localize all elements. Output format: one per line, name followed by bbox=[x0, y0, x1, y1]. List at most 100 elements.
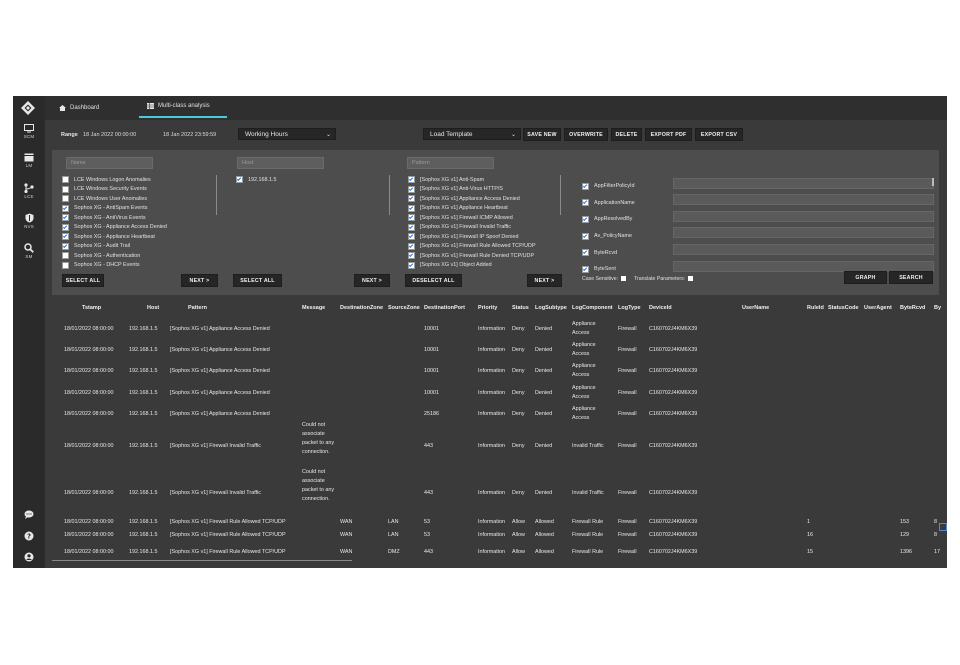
checkbox-checked[interactable] bbox=[408, 233, 415, 241]
column-header-statuscode[interactable]: StatusCode bbox=[828, 305, 859, 311]
horizontal-scrollbar[interactable] bbox=[52, 560, 352, 561]
checkbox-checked[interactable] bbox=[408, 261, 415, 269]
param-list-scrollbar[interactable] bbox=[932, 178, 934, 186]
checkbox-checked[interactable] bbox=[582, 265, 589, 273]
column-header-logsubtype[interactable]: LogSubtype bbox=[535, 305, 567, 311]
column-header-ruleid[interactable]: RuleId bbox=[807, 305, 824, 311]
param-list-item[interactable]: AppResolvedBy bbox=[582, 211, 635, 228]
checkbox-unchecked[interactable] bbox=[62, 261, 69, 269]
pattern-list-item[interactable]: [Sophos XG v1] Anti-Virus HTTP/S bbox=[408, 185, 536, 195]
checkbox-checked[interactable] bbox=[582, 199, 589, 207]
table-row[interactable]: 18/01/2022 08:00:00 192.168.1.5 [Sophos XG… bbox=[52, 469, 947, 514]
checkbox-checked[interactable] bbox=[62, 204, 69, 212]
table-row[interactable]: 18/01/2022 08:00:00 192.168.1.5 [Sophos XG… bbox=[52, 342, 947, 359]
param-list-item[interactable]: AppFilterPolicyId bbox=[582, 178, 635, 195]
table-row[interactable]: 18/01/2022 08:00:00 192.168.1.5 [Sophos XG… bbox=[52, 548, 947, 557]
column-header-pattern[interactable]: Pattern bbox=[188, 305, 207, 311]
export-pdf-button[interactable]: EXPORT PDF bbox=[645, 128, 692, 141]
pattern-list-item[interactable]: [Sophos XG v1] Object Added bbox=[408, 261, 536, 271]
checkbox-checked[interactable] bbox=[62, 242, 69, 250]
pattern-list-item[interactable]: [Sophos XG v1] Appliance Access Denied bbox=[408, 194, 536, 204]
hosts-select-all-button[interactable]: SELECT ALL bbox=[233, 274, 282, 287]
save-new-button[interactable]: SAVE NEW bbox=[523, 128, 561, 141]
column-header-host[interactable]: Host bbox=[147, 305, 159, 311]
sidebar-item-lce[interactable]: LCE bbox=[13, 183, 45, 199]
table-row[interactable]: 18/01/2022 08:00:00 192.168.1.5 [Sophos XG… bbox=[52, 321, 947, 338]
column-header-tstamp[interactable]: Tstamp bbox=[82, 305, 101, 311]
help-icon[interactable]: ? bbox=[24, 531, 34, 541]
checkbox-checked[interactable] bbox=[408, 252, 415, 260]
column-header-sourcezone[interactable]: SourceZone bbox=[388, 305, 420, 311]
column-header-priority[interactable]: Priority bbox=[478, 305, 497, 311]
param-value-input[interactable] bbox=[673, 227, 934, 238]
checkbox-checked[interactable] bbox=[236, 176, 243, 184]
checkbox-unchecked[interactable] bbox=[62, 185, 69, 193]
checkbox-checked[interactable] bbox=[408, 214, 415, 222]
translate-params-option[interactable]: Translate Parameters: bbox=[634, 276, 694, 282]
param-value-input[interactable] bbox=[673, 211, 934, 222]
checkbox-checked[interactable] bbox=[62, 223, 69, 231]
name-list-item[interactable]: Sophos XG - Appliance Access Denied bbox=[62, 223, 167, 233]
checkbox-checked[interactable] bbox=[62, 214, 69, 222]
pattern-list-item[interactable]: [Sophos XG v1] Firewall Rule Denied TCP/… bbox=[408, 251, 536, 261]
pattern-list-item[interactable]: [Sophos XG v1] Firewall Invalid Traffic bbox=[408, 223, 536, 233]
pattern-list-item[interactable]: [Sophos XG v1] Firewall ICMP Allowed bbox=[408, 213, 536, 223]
name-list-item[interactable]: Sophos XG - Audit Trail bbox=[62, 242, 167, 252]
table-row[interactable]: 18/01/2022 08:00:00 192.168.1.5 [Sophos XG… bbox=[52, 363, 947, 380]
case-sensitive-option[interactable]: Case Sensitive: bbox=[582, 276, 627, 282]
column-header-destinationport[interactable]: DestinationPort bbox=[424, 305, 465, 311]
pattern-list-item[interactable]: [Sophos XG v1] Appliance Heartbeat bbox=[408, 204, 536, 214]
param-value-input[interactable] bbox=[673, 194, 934, 205]
patterns-deselect-all-button[interactable]: DESELECT ALL bbox=[405, 274, 462, 287]
names-select-all-button[interactable]: SELECT ALL bbox=[62, 274, 104, 287]
tab-multi-class-analysis[interactable]: Multi-class analysis bbox=[139, 96, 227, 118]
case-sensitive-checkbox[interactable] bbox=[621, 276, 627, 282]
column-header-useragent[interactable]: UserAgent bbox=[864, 305, 892, 311]
search-button[interactable]: SEARCH bbox=[889, 271, 933, 284]
checkbox-checked[interactable] bbox=[408, 176, 415, 184]
column-header-logcomponent[interactable]: LogComponent bbox=[572, 305, 613, 311]
name-list-item[interactable]: LCE Windows Security Events bbox=[62, 185, 167, 195]
patterns-next-button[interactable]: NEXT > bbox=[527, 274, 562, 287]
export-csv-button[interactable]: EXPORT CSV bbox=[695, 128, 743, 141]
chat-icon[interactable] bbox=[24, 510, 34, 519]
column-header-status[interactable]: Status bbox=[512, 305, 529, 311]
name-list-item[interactable]: LCE Windows User Anomalies bbox=[62, 194, 167, 204]
table-row[interactable]: 18/01/2022 08:00:00 192.168.1.5 [Sophos XG… bbox=[52, 422, 947, 467]
column-header-by[interactable]: By bbox=[934, 305, 941, 311]
pattern-list-item[interactable]: [Sophos XG v1] Firewall IP Spoof Denied bbox=[408, 232, 536, 242]
name-list-item[interactable]: LCE Windows Logon Anomalies bbox=[62, 175, 167, 185]
host-filter-input[interactable]: Host bbox=[237, 157, 324, 169]
param-value-input[interactable] bbox=[673, 244, 934, 255]
host-list-scrollbar[interactable] bbox=[389, 175, 390, 215]
checkbox-unchecked[interactable] bbox=[62, 176, 69, 184]
param-list-item[interactable]: ApplicationName bbox=[582, 195, 635, 212]
checkbox-checked[interactable] bbox=[408, 242, 415, 250]
user-icon[interactable] bbox=[24, 552, 34, 562]
row-expand-icon[interactable] bbox=[939, 523, 947, 531]
checkbox-checked[interactable] bbox=[408, 204, 415, 212]
graph-button[interactable]: GRAPH bbox=[844, 271, 887, 284]
column-header-logtype[interactable]: LogType bbox=[618, 305, 641, 311]
name-list-item[interactable]: Sophos XG - Appliance Heartbeat bbox=[62, 232, 167, 242]
checkbox-checked[interactable] bbox=[408, 185, 415, 193]
sidebar-item-sm[interactable]: SM bbox=[13, 243, 45, 259]
template-select[interactable]: Load Template ⌄ bbox=[423, 128, 521, 140]
range-start-date[interactable]: 18 Jan 2022 00:00:00 bbox=[83, 132, 136, 138]
host-list-item[interactable]: 192.168.1.5 bbox=[236, 175, 276, 185]
table-row[interactable]: 18/01/2022 08:00:00 192.168.1.5 [Sophos XG… bbox=[52, 406, 947, 423]
pattern-list-item[interactable]: [Sophos XG v1] Firewall Rule Allowed TCP… bbox=[408, 242, 536, 252]
checkbox-unchecked[interactable] bbox=[62, 195, 69, 203]
pattern-list-scrollbar[interactable] bbox=[560, 175, 561, 215]
sidebar-item-scm[interactable]: SCM bbox=[13, 124, 45, 139]
pattern-filter-input[interactable]: Pattern bbox=[407, 157, 494, 169]
checkbox-checked[interactable] bbox=[62, 233, 69, 241]
name-filter-input[interactable]: Name bbox=[66, 157, 153, 169]
sidebar-item-nvs[interactable]: NVS bbox=[13, 213, 45, 229]
name-list-item[interactable]: Sophos XG - AntiSpam Events bbox=[62, 204, 167, 214]
tab-dashboard[interactable]: Dashboard bbox=[59, 96, 99, 120]
pattern-list-item[interactable]: [Sophos XG v1] Anti-Spam bbox=[408, 175, 536, 185]
name-list-item[interactable]: Sophos XG - AntiVirus Events bbox=[62, 213, 167, 223]
hosts-next-button[interactable]: NEXT > bbox=[354, 274, 390, 287]
checkbox-unchecked[interactable] bbox=[62, 252, 69, 260]
